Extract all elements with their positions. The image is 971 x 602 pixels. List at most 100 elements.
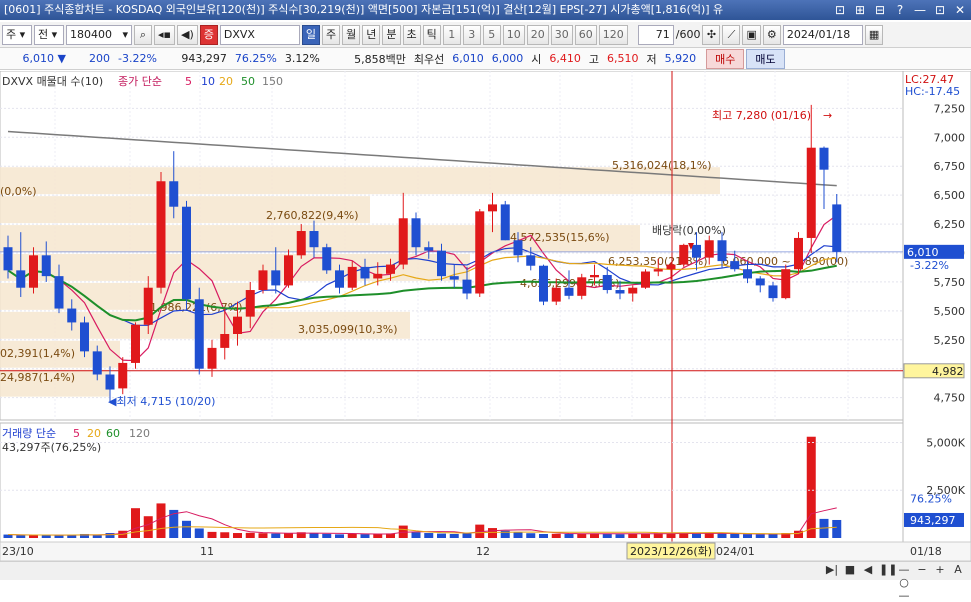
zoom-out-icon[interactable]: −: [915, 563, 929, 602]
volume-bar: [54, 535, 64, 538]
interval-30[interactable]: 30: [550, 24, 573, 45]
volume-ma-period: 5: [73, 427, 80, 440]
range-select[interactable]: 전 ▾: [34, 24, 64, 45]
candle-body: [704, 240, 714, 258]
interval-120[interactable]: 120: [598, 24, 628, 45]
prev-stock-button[interactable]: ◂▪: [154, 24, 175, 45]
zoom-button[interactable]: ✣: [702, 24, 721, 45]
current-price-tag: 6,010: [907, 246, 939, 259]
layout-icon[interactable]: ⊞: [853, 0, 867, 20]
candle-body: [526, 255, 536, 266]
stock-name-field[interactable]: DXVX: [219, 24, 300, 45]
help-icon[interactable]: ?: [893, 0, 907, 20]
interval-3[interactable]: 3: [462, 24, 481, 45]
count-input[interactable]: 71: [637, 24, 674, 45]
volume-bar: [806, 436, 816, 538]
chart-navigation: ▶| ■ ◀ ❚❚ —○— − + A: [825, 563, 965, 602]
x-axis-label: 23/10: [2, 545, 34, 558]
tile-icon[interactable]: ⊟: [873, 0, 887, 20]
minimize-icon[interactable]: —: [913, 0, 927, 20]
rewind-icon[interactable]: ◀: [861, 563, 875, 602]
best-bid: 6,000: [491, 52, 524, 65]
price-tick-label: 4,750: [934, 392, 966, 405]
search-button[interactable]: ⌕: [134, 24, 152, 45]
chart-area[interactable]: 7,2507,0006,7506,5006,2506,0005,7505,500…: [0, 70, 971, 562]
sound-button[interactable]: ◀): [176, 24, 198, 45]
stop-icon[interactable]: ■: [843, 563, 857, 602]
stock-chart[interactable]: 7,2507,0006,7506,5006,2506,0005,7505,500…: [0, 70, 971, 562]
candle-body: [539, 265, 548, 302]
volume-bar: [284, 533, 293, 538]
font-size-icon[interactable]: A: [951, 563, 965, 602]
candle-body: [182, 206, 191, 300]
volume-bar: [449, 533, 459, 538]
current-change-tag: -3.22%: [910, 259, 949, 272]
tab-minute[interactable]: 분: [382, 24, 401, 45]
candle-body: [207, 347, 217, 369]
crosshair-icon: ✣: [706, 27, 717, 41]
pause-icon[interactable]: ❚❚: [879, 563, 897, 602]
volume-profile-label: 3,035,099(10,3%): [298, 323, 398, 336]
ma-legend-period: 10: [201, 75, 215, 88]
hc-label: HC:-17.45: [905, 85, 960, 98]
candle-body: [462, 279, 472, 294]
x-axis-last-label: 01/18: [910, 545, 942, 558]
candle-body: [67, 308, 77, 323]
candle-body: [564, 287, 574, 296]
volume-profile-label: 2,760,822(9,4%): [266, 209, 359, 222]
price-tick-label: 7,000: [934, 131, 966, 144]
scroll-end-icon[interactable]: ▶|: [825, 563, 839, 602]
price-change: 200: [89, 52, 110, 65]
volume-bar: [717, 533, 727, 538]
zoom-in-icon[interactable]: +: [933, 563, 947, 602]
search-icon: ⌕: [139, 27, 147, 41]
candle-body: [296, 231, 306, 256]
buy-button[interactable]: 매수: [706, 48, 745, 69]
stock-code-input[interactable]: 180400 ▾: [66, 24, 132, 45]
tab-second[interactable]: 초: [402, 24, 421, 45]
maximize-icon[interactable]: ⊡: [933, 0, 947, 20]
candle-body: [3, 247, 13, 271]
volume-profile-label: 5,316,024(18,1%): [612, 159, 712, 172]
change-percent: -3.22%: [118, 52, 157, 65]
line-tool-icon: ⟋: [727, 27, 736, 41]
dividend-marker-label: 배당락(0,00%): [652, 224, 726, 237]
tab-year[interactable]: 년: [362, 24, 381, 45]
candle-body: [424, 247, 434, 251]
tab-day[interactable]: 일: [301, 24, 320, 45]
high-marker-arrow: →: [823, 109, 832, 122]
candle-body: [143, 287, 153, 325]
interval-1[interactable]: 1: [442, 24, 461, 45]
volume-ma-period: 60: [106, 427, 120, 440]
restore-icon[interactable]: ⊡: [833, 0, 847, 20]
volume-profile-label: 24,987(1,4%): [0, 371, 75, 384]
line-tool-button[interactable]: ⟋: [722, 24, 741, 45]
volume-bar: [156, 503, 166, 538]
tab-month[interactable]: 월: [342, 24, 361, 45]
calendar-button[interactable]: ▦: [864, 24, 884, 45]
tab-week[interactable]: 주: [322, 24, 341, 45]
save-icon: ▣: [746, 27, 757, 41]
tab-tick[interactable]: 틱: [422, 24, 441, 45]
candle-body: [386, 264, 395, 274]
interval-20[interactable]: 20: [526, 24, 549, 45]
settings-button[interactable]: ⚙: [762, 24, 781, 45]
main-toolbar: 주 ▾ 전 ▾ 180400 ▾ ⌕ ◂▪ ◀) 증 DXVX 일 주 월 년 분…: [0, 22, 971, 48]
high-marker-label: 최고 7,280 (01/16): [712, 109, 811, 122]
date-field[interactable]: 2024/01/18: [782, 24, 863, 45]
interval-60[interactable]: 60: [574, 24, 597, 45]
interval-10[interactable]: 10: [502, 24, 525, 45]
zoom-slider-icon[interactable]: —○—: [897, 563, 911, 602]
candle-body: [781, 269, 791, 299]
price-tick-label: 5,250: [934, 334, 966, 347]
close-icon[interactable]: ✕: [953, 0, 967, 20]
save-button[interactable]: ▣: [742, 24, 761, 45]
volume-bar: [207, 531, 217, 538]
candle-body: [118, 362, 128, 389]
calendar-icon: ▦: [868, 27, 880, 41]
interval-5[interactable]: 5: [482, 24, 501, 45]
sell-button[interactable]: 매도: [746, 48, 785, 69]
volume-bar: [220, 532, 230, 538]
volume-bar: [832, 519, 842, 538]
period-select[interactable]: 주 ▾: [2, 24, 32, 45]
